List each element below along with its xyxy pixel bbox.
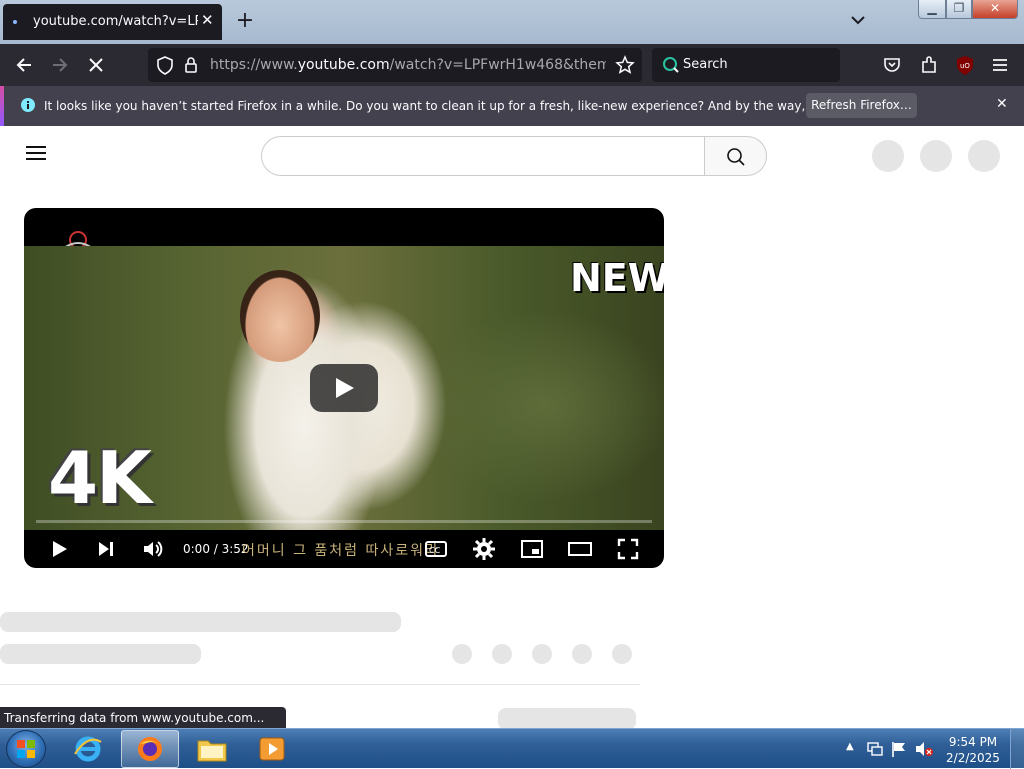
nav-toolbar: https://www.youtube.com/watch?v=LPFwrH1w… — [0, 44, 1024, 86]
close-icon: ✕ — [989, 1, 1001, 15]
fullscreen-icon[interactable] — [616, 537, 640, 561]
firefox-app[interactable] — [121, 730, 179, 768]
progress-bar[interactable] — [36, 520, 652, 523]
start-button[interactable] — [6, 730, 46, 768]
window-restore-button[interactable]: ❐ — [946, 0, 972, 19]
channel-skeleton — [0, 644, 201, 664]
back-arrow-icon[interactable] — [13, 54, 35, 76]
restore-icon: ❐ — [953, 1, 965, 15]
media-player-icon — [259, 737, 285, 761]
internet-explorer-app[interactable] — [60, 730, 118, 768]
placeholder-avatar[interactable] — [968, 140, 1000, 172]
volume-icon[interactable] — [141, 537, 165, 561]
active-tab[interactable]: youtube.com/watch?v=LPFwrH1w468&themeRef… — [3, 4, 222, 40]
action-skeleton — [452, 644, 472, 664]
action-skeleton — [572, 644, 592, 664]
show-hidden-icons-icon[interactable]: ▲ — [846, 741, 854, 752]
notification-close-icon[interactable]: ✕ — [996, 96, 1008, 112]
lock-icon[interactable] — [180, 54, 202, 76]
status-bar: Transferring data from www.youtube.com..… — [0, 707, 286, 728]
search-icon — [727, 148, 745, 166]
tracking-shield-icon[interactable] — [154, 54, 176, 76]
notification-message: It looks like you haven’t started Firefo… — [44, 99, 900, 113]
performer-head — [240, 270, 320, 362]
search-engine-icon[interactable] — [660, 54, 682, 76]
windows-logo-icon — [17, 740, 35, 758]
action-skeleton — [492, 644, 512, 664]
time-display: 0:00 / 3:52 — [183, 542, 249, 556]
firefox-icon — [138, 737, 162, 761]
loading-dot-icon — [13, 20, 17, 24]
stop-loading-icon[interactable] — [85, 54, 107, 76]
placeholder-create-button[interactable] — [872, 140, 904, 172]
show-desktop-button[interactable] — [1010, 729, 1024, 769]
tab-title: youtube.com/watch?v=LPFwrH1w468&themeRef… — [33, 14, 198, 29]
pocket-icon[interactable] — [881, 54, 903, 76]
network-icon[interactable] — [866, 740, 884, 758]
svg-text:uO: uO — [960, 62, 970, 70]
window-close-button[interactable]: ✕ — [972, 0, 1018, 19]
action-skeleton — [532, 644, 552, 664]
media-player-app[interactable] — [244, 730, 302, 768]
new-overlay-text: NEW — [570, 256, 664, 300]
4k-overlay-text: 4K — [48, 436, 152, 520]
ublock-origin-icon[interactable]: uO — [954, 54, 976, 76]
title-skeleton — [0, 612, 401, 632]
large-play-button[interactable] — [310, 364, 378, 412]
refresh-firefox-button[interactable]: Refresh Firefox… — [806, 93, 917, 118]
play-icon[interactable] — [47, 537, 71, 561]
video-player[interactable]: NEW 4K 0:00 / 3:52 어머니 그 품처럼 따사로워라 CC — [24, 208, 664, 568]
placeholder-notifications-button[interactable] — [920, 140, 952, 172]
window-minimize-button[interactable]: ▁ — [918, 0, 946, 19]
folder-icon — [197, 740, 227, 762]
subtitles-cc-icon[interactable]: CC — [424, 537, 448, 561]
list-all-tabs-icon[interactable] — [848, 10, 868, 30]
guide-menu-icon[interactable] — [26, 146, 46, 162]
clock-date: 2/2/2025 — [946, 751, 1000, 765]
settings-gear-icon[interactable] — [472, 537, 496, 561]
minimize-icon: ▁ — [927, 1, 937, 15]
action-center-flag-icon[interactable] — [890, 740, 908, 758]
hamburger-menu-icon[interactable] — [989, 54, 1011, 76]
next-icon[interactable] — [94, 537, 118, 561]
player-controls: 0:00 / 3:52 어머니 그 품처럼 따사로워라 CC — [24, 530, 664, 568]
tab-strip: youtube.com/watch?v=LPFwrH1w468&themeRef… — [0, 0, 1024, 44]
volume-muted-icon[interactable] — [914, 740, 934, 758]
file-explorer-app[interactable] — [184, 730, 242, 768]
taskbar: ▲ 9:54 PM 2/2/2025 — [0, 728, 1024, 769]
play-icon — [336, 378, 354, 398]
miniplayer-icon[interactable] — [520, 537, 544, 561]
forward-arrow-icon[interactable] — [49, 54, 71, 76]
youtube-page: NEW 4K 0:00 / 3:52 어머니 그 품처럼 따사로워라 CC — [0, 126, 1024, 728]
clock-time: 9:54 PM — [948, 735, 998, 749]
bookmark-star-icon[interactable] — [614, 54, 636, 76]
search-placeholder: Search — [683, 57, 728, 72]
burned-in-subtitle: 어머니 그 품처럼 따사로워라 — [242, 543, 440, 559]
internet-explorer-icon — [74, 736, 102, 762]
action-skeleton — [612, 644, 632, 664]
search-bar[interactable]: Search — [652, 48, 840, 82]
description-skeleton — [498, 708, 636, 728]
tab-close-icon[interactable]: ✕ — [201, 11, 214, 29]
info-icon — [21, 98, 35, 112]
new-tab-button[interactable]: + — [234, 8, 256, 34]
divider — [0, 684, 640, 685]
theater-mode-icon[interactable] — [568, 537, 592, 561]
youtube-search-button[interactable] — [704, 136, 767, 176]
svg-text:CC: CC — [429, 546, 441, 555]
notification-bar: It looks like you haven’t started Firefo… — [0, 86, 1024, 126]
status-text: Transferring data from www.youtube.com..… — [4, 711, 265, 725]
youtube-search-input[interactable] — [261, 136, 705, 176]
system-clock[interactable]: 9:54 PM 2/2/2025 — [944, 734, 1002, 766]
address-bar[interactable]: https://www.youtube.com/watch?v=LPFwrH1w… — [148, 48, 642, 82]
extensions-icon[interactable] — [918, 54, 940, 76]
url-text[interactable]: https://www.youtube.com/watch?v=LPFwrH1w… — [210, 57, 606, 73]
